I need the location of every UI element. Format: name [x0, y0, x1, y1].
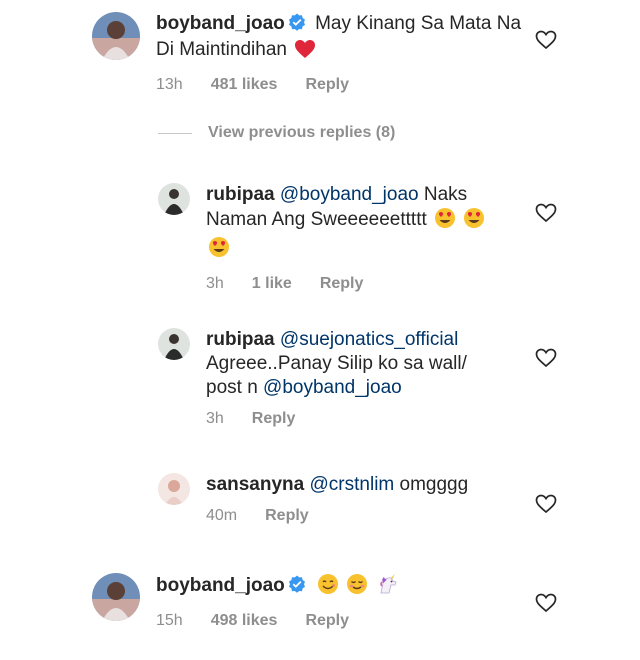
reply-button[interactable]: Reply — [252, 410, 296, 428]
timestamp: 13h — [156, 76, 183, 93]
comment-meta: 40m Reply — [206, 507, 526, 525]
avatar[interactable] — [158, 328, 190, 360]
username[interactable]: rubipaa — [206, 184, 275, 205]
timestamp: 40m — [206, 507, 238, 524]
comment-text: boyband_joao May Kinang Sa Mata Na Di Ma… — [156, 12, 536, 66]
like-heart-icon[interactable] — [535, 494, 557, 519]
avatar[interactable] — [92, 573, 140, 621]
username[interactable]: rubipaa — [206, 329, 275, 350]
likes-count[interactable]: 481 likes — [211, 76, 278, 94]
username[interactable]: sansanyna — [206, 474, 304, 495]
comment-body: omgggg — [399, 474, 469, 495]
heart-eyes-icon — [463, 207, 485, 236]
comment-item: boyband_joao May Kinang Sa Mata Na Di Ma… — [92, 12, 536, 94]
divider-line — [158, 132, 192, 134]
comment-item: rubipaa @boyband_joao Naks Naman Ang Swe… — [158, 183, 506, 293]
comment-item: sansanyna @crstnlim omgggg 40m Reply — [158, 473, 526, 525]
like-heart-icon[interactable] — [535, 593, 557, 618]
timestamp: 15h — [156, 612, 183, 629]
mention-link[interactable]: @suejonatics_official — [280, 329, 458, 350]
reply-button[interactable]: Reply — [265, 507, 309, 525]
like-heart-icon[interactable] — [535, 348, 557, 373]
reply-button[interactable]: Reply — [305, 76, 349, 94]
mention-link[interactable]: @boyband_joao — [280, 184, 419, 205]
heart-eyes-icon — [434, 207, 456, 236]
comment-meta: 3h Reply — [206, 410, 506, 428]
comment-meta: 13h 481 likes Reply — [156, 76, 536, 94]
relieved-face-icon — [346, 573, 368, 602]
username[interactable]: boyband_joao — [156, 13, 285, 34]
like-heart-icon[interactable] — [535, 203, 557, 228]
view-previous-replies[interactable]: View previous replies (8) — [158, 124, 395, 142]
likes-count[interactable]: 1 like — [252, 275, 292, 293]
reply-button[interactable]: Reply — [320, 275, 364, 293]
mention-link[interactable]: @boyband_joao — [263, 377, 402, 398]
reply-button[interactable]: Reply — [305, 612, 349, 630]
like-heart-icon[interactable] — [535, 30, 557, 55]
comment-text: rubipaa @boyband_joao Naks Naman Ang Swe… — [206, 183, 506, 265]
heart-eyes-icon — [208, 236, 230, 265]
comment-item: rubipaa @suejonatics_official Agreee..Pa… — [158, 328, 506, 428]
comment-text: sansanyna @crstnlim omgggg — [206, 473, 526, 497]
comment-item: boyband_joao 15h 498 likes Reply — [92, 573, 536, 630]
avatar[interactable] — [92, 12, 140, 60]
verified-badge-icon — [288, 575, 306, 600]
verified-badge-icon — [288, 13, 306, 38]
comment-text: boyband_joao — [156, 573, 536, 602]
mention-link[interactable]: @crstnlim — [310, 474, 395, 495]
smiling-face-icon — [317, 573, 339, 602]
timestamp: 3h — [206, 275, 224, 292]
username[interactable]: boyband_joao — [156, 575, 285, 596]
likes-count[interactable]: 498 likes — [211, 612, 278, 630]
comment-text: rubipaa @suejonatics_official Agreee..Pa… — [206, 328, 506, 400]
comment-meta: 15h 498 likes Reply — [156, 612, 536, 630]
view-previous-label[interactable]: View previous replies (8) — [208, 124, 395, 142]
timestamp: 3h — [206, 410, 224, 427]
unicorn-icon — [376, 573, 400, 602]
red-heart-icon — [294, 39, 316, 66]
comment-meta: 3h 1 like Reply — [206, 275, 506, 293]
avatar[interactable] — [158, 473, 190, 505]
avatar[interactable] — [158, 183, 190, 215]
